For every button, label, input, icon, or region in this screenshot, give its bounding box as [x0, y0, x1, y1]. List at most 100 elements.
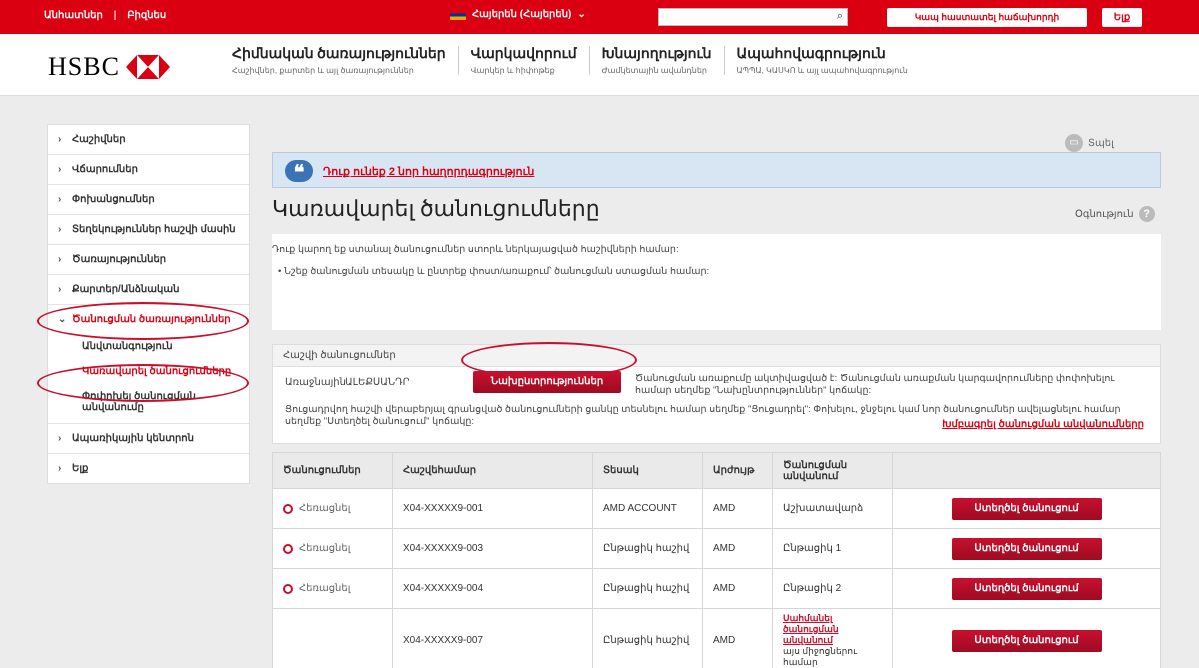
nav-title: Ապահովագրություն	[736, 47, 886, 62]
intro-text: Դուք կարող եք ստանալ ծանուցումներ ստորև …	[272, 244, 679, 255]
chevron-right-icon: ›	[58, 194, 62, 205]
create-alert-button[interactable]: Ստեղծել ծանուցում	[951, 537, 1102, 560]
delete-alert-button[interactable]: Հեռացնել	[283, 583, 382, 594]
nav-item-insurance[interactable]: Ապահովագրություն ԱՊՊԱ, ԿԱՍԿՈ և այլ ապահո…	[723, 46, 920, 75]
sidebar-item-installment-center[interactable]: › Ապառիկային կենտրոն	[48, 424, 249, 454]
nav-title: Հիմնական ծառայություններ	[232, 47, 446, 62]
sidebar-item-account-info[interactable]: › Տեղեկություններ հաշվի մասին	[48, 215, 249, 245]
primary-label: Առաջնային	[285, 377, 346, 388]
message-banner: ❝ Դուք ունեք 2 նոր հաղորդագրություն	[272, 152, 1161, 188]
hexagon-logo-icon	[125, 55, 170, 79]
account-type: Ընթացիկ հաշիվ	[592, 568, 703, 609]
language-selector[interactable]: Հայերեն (Հայերեն) ⌄	[450, 9, 586, 20]
table-row: Հեռացնել X04-XXXXX9-001 AMD ACCOUNT AMD …	[272, 488, 1161, 529]
sidebar-item-label: Ապառիկային կենտրոն	[72, 433, 194, 444]
create-alert-button[interactable]: Ստեղծել ծանուցում	[951, 497, 1102, 520]
chevron-right-icon: ›	[58, 463, 62, 474]
preferences-button[interactable]: Նախընտրություններ	[473, 371, 621, 393]
create-alert-button[interactable]: Ստեղծել ծանուցում	[951, 577, 1102, 600]
table-row: Հեռացնել X04-XXXXX9-004 Ընթացիկ հաշիվ AM…	[272, 568, 1161, 609]
account-type: Ընթացիկ հաշիվ	[592, 528, 703, 569]
delivery-status-text: Ծանուցման առաքումը ակտիվացված է: Ծանուցմ…	[635, 373, 1115, 396]
hsbc-logo[interactable]: HSBC	[48, 52, 170, 82]
brand-name: HSBC	[48, 52, 120, 81]
flag-icon	[450, 9, 466, 20]
sidebar-item-payments[interactable]: › Վճարումներ	[48, 155, 249, 185]
remove-icon	[283, 503, 293, 514]
help-button[interactable]: Օգնություն ?	[1075, 206, 1155, 222]
main-nav: Հիմնական ծառայություններ Հաշիվներ, քարտե…	[232, 46, 920, 75]
alert-name: Աշխատավարձ	[772, 488, 893, 529]
nav-subtitle: Հաշիվներ, քարտեր և այլ ծառայություններ	[232, 66, 414, 75]
printer-icon: ▭	[1065, 134, 1083, 152]
account-number: X04-XXXXX9-004	[392, 568, 593, 609]
nav-item-savings[interactable]: Խնայողություն Ժամկետային ավանդներ	[588, 46, 724, 75]
set-alert-name-link[interactable]: Սահմանել ծանուցման անվանում	[783, 613, 882, 646]
column-header: Հաշվեհամար	[392, 452, 593, 489]
chevron-right-icon: ›	[58, 164, 62, 175]
nav-subtitle: Ժամկետային ավանդներ	[601, 66, 707, 75]
new-messages-link[interactable]: Դուք ունեք 2 նոր հաղորդագրություն	[323, 165, 534, 178]
chevron-right-icon: ›	[58, 254, 62, 265]
table-header-row: Ծանուցումներ Հաշվեհամար Տեսակ Արժույթ Ծա…	[272, 452, 1161, 489]
sidebar-item-cards[interactable]: › Քարտեր/Անձնական	[48, 275, 249, 305]
sidebar-item-alert-services[interactable]: ⌄ Ծանուցման ծառայություններ	[48, 305, 249, 334]
account-type: Ընթացիկ հաշիվ	[592, 608, 703, 668]
intro-box: Դուք կարող եք ստանալ ծանուցումներ ստորև …	[272, 234, 1161, 330]
nav-title: Խնայողություն	[601, 47, 712, 62]
print-button[interactable]: ▭ Տպել	[1065, 134, 1114, 152]
account-number: X04-XXXXX9-007	[392, 608, 593, 668]
help-label: Օգնություն	[1075, 208, 1134, 220]
delete-label: Հեռացնել	[299, 543, 351, 554]
create-alert-button[interactable]: Ստեղծել ծանուցում	[951, 629, 1102, 652]
logout-button[interactable]: Ելք	[1102, 8, 1142, 27]
alert-name-note: այս միջոցներու համար	[783, 646, 857, 667]
search-icon[interactable]: ⌕	[837, 10, 843, 23]
business-link[interactable]: Բիզնես	[127, 10, 166, 21]
sidebar-item-label: Քարտեր/Անձնական	[72, 284, 180, 295]
empty-cell	[272, 608, 393, 668]
quote-icon: ❝	[285, 160, 313, 184]
nav-subtitle: Վարկեր և հիփոթեք	[470, 66, 555, 75]
sidebar-item-accounts[interactable]: › Հաշիվներ	[48, 125, 249, 155]
alerts-table: Ծանուցումներ Հաշվեհամար Տեսակ Արժույթ Ծա…	[272, 452, 1161, 668]
nav-item-core[interactable]: Հիմնական ծառայություններ Հաշիվներ, քարտե…	[232, 46, 458, 75]
delete-alert-button[interactable]: Հեռացնել	[283, 543, 382, 554]
chevron-right-icon: ›	[58, 433, 62, 444]
chevron-right-icon: ›	[58, 224, 62, 235]
nav-item-lending[interactable]: Վարկավորում Վարկեր և հիփոթեք	[457, 46, 589, 75]
remove-icon	[283, 543, 293, 554]
language-label: Հայերեն (Հայերեն)	[472, 9, 572, 20]
header: HSBC Հիմնական ծառայություններ Հաշիվներ, …	[0, 34, 1199, 96]
currency: AMD	[702, 608, 773, 668]
sidebar-item-label: Հաշիվներ	[72, 134, 126, 145]
help-icon: ?	[1138, 206, 1155, 222]
chevron-down-icon: ⌄	[58, 314, 67, 325]
sidebar-item-logout[interactable]: › Ելք	[48, 454, 249, 483]
currency: AMD	[702, 488, 773, 529]
sidebar-subitem-manage-alerts[interactable]: Կառավարել ծանուցումները	[48, 359, 249, 384]
chevron-right-icon: ›	[58, 284, 62, 295]
sidebar-item-services[interactable]: › Ծառայություններ	[48, 245, 249, 275]
alert-name-cell: Սահմանել ծանուցման անվանում այս միջոցներ…	[772, 608, 893, 668]
sidebar-item-label: Ելք	[72, 463, 89, 474]
contact-button[interactable]: Կապ հաստատել հաճախորդի	[887, 8, 1087, 27]
edit-alert-names-link[interactable]: Խմբագրել ծանուցման անվանումները	[942, 419, 1144, 430]
sidebar-item-transfers[interactable]: › Փոխանցումներ	[48, 185, 249, 215]
nav-title: Վարկավորում	[470, 47, 577, 62]
page: Անհատներ | Բիզնես Հայերեն (Հայերեն) ⌄ ⌕ …	[0, 0, 1199, 668]
delete-label: Հեռացնել	[299, 503, 351, 514]
account-type: AMD ACCOUNT	[592, 488, 703, 529]
search-input[interactable]: ⌕	[658, 8, 848, 26]
personal-link[interactable]: Անհատներ	[44, 10, 103, 21]
remove-icon	[283, 583, 293, 594]
column-header: Տեսակ	[592, 452, 703, 489]
table-row: Հեռացնել X04-XXXXX9-003 Ընթացիկ հաշիվ AM…	[272, 528, 1161, 569]
sidebar-subitem-security[interactable]: Անվտանգություն	[48, 334, 249, 359]
print-label: Տպել	[1088, 137, 1114, 149]
account-number: X04-XXXXX9-003	[392, 528, 593, 569]
delete-alert-button[interactable]: Հեռացնել	[283, 503, 382, 514]
sidebar-item-label: Տեղեկություններ հաշվի մասին	[72, 224, 236, 235]
sidebar-subitem-rename-alerts[interactable]: Փոփոխել ծանուցման անվանումը	[48, 384, 249, 424]
column-header: Արժույթ	[702, 452, 773, 489]
